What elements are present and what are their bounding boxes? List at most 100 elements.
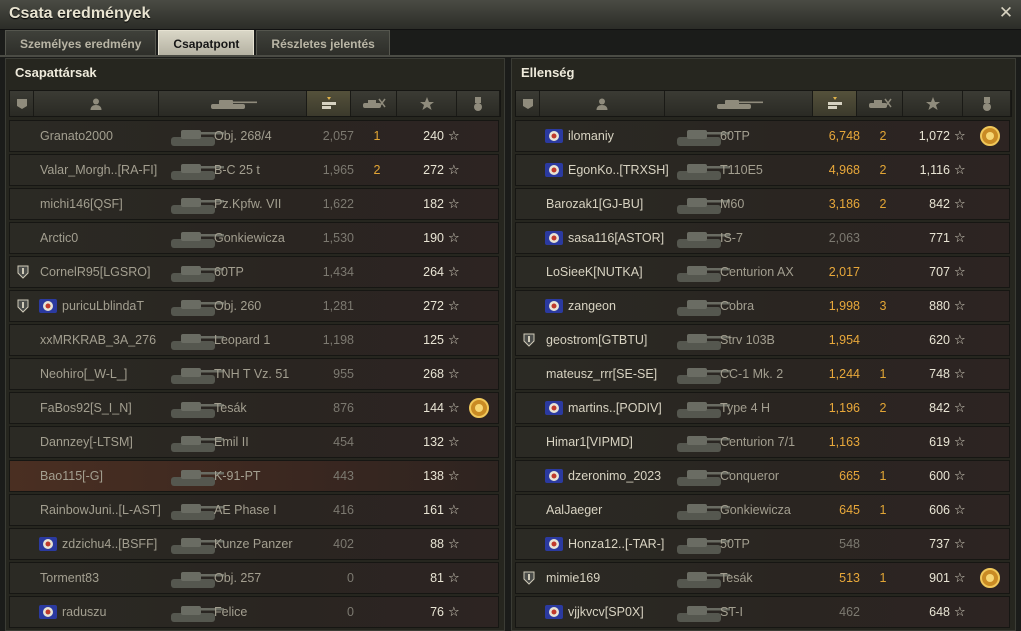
gold-medal-icon[interactable] [977, 121, 1003, 151]
player-row[interactable]: CornelR95[LGSRO] 60TP 1,434 264 ☆ [9, 256, 499, 288]
xp-star-icon: ☆ [448, 264, 460, 279]
clan-emblem-icon [542, 461, 566, 491]
player-row[interactable]: Barozak1[GJ-BU] M60 3,186 2 842 ☆ [515, 188, 1010, 220]
player-row[interactable]: Dannzey[-LTSM] Emil II 454 132 ☆ [9, 426, 499, 458]
xp-value: 240 [423, 129, 444, 143]
player-row[interactable]: dzeronimo_2023 Conqueror 665 1 600 ☆ [515, 460, 1010, 492]
header-badge-column[interactable] [10, 91, 34, 116]
enemies-panel: Ellenség ilomaniy 60TP 6,748 2 1,072 ☆ EgonKo.… [511, 58, 1016, 631]
player-row[interactable]: LoSieeK[NUTKA] Centurion AX 2,017 707 ☆ [515, 256, 1010, 288]
xp-value: 182 [423, 197, 444, 211]
tank-name: Pz.Kpfw. VII [214, 197, 282, 211]
kills-value [362, 461, 392, 491]
player-row[interactable]: michi146[QSF] Pz.Kpfw. VII 1,622 182 ☆ [9, 188, 499, 220]
xp-star-icon: ☆ [954, 230, 966, 245]
clan-emblem-icon [36, 529, 60, 559]
kills-value [868, 325, 898, 355]
xp-value: 132 [423, 435, 444, 449]
player-row[interactable]: vjjkvcv[SP0X] ST-I 462 648 ☆ [515, 596, 1010, 628]
damage-value: 1,281 [322, 299, 354, 313]
player-row[interactable]: Granato2000 Obj. 268/4 2,057 1 240 ☆ [9, 120, 499, 152]
player-row[interactable]: mimie169 Tesák 513 1 901 ☆ [515, 562, 1010, 594]
kills-column-icon [360, 97, 388, 111]
xp-value: 125 [423, 333, 444, 347]
kills-value [362, 223, 392, 253]
tab-team-score[interactable]: Csapatpont [158, 30, 255, 56]
player-row[interactable]: Himar1[VIPMD] Centurion 7/1 1,163 619 ☆ [515, 426, 1010, 458]
gold-medal-icon[interactable] [977, 563, 1003, 593]
xp-star-icon: ☆ [954, 162, 966, 177]
kills-value [362, 393, 392, 423]
clan-emblem-icon [36, 597, 60, 627]
player-row[interactable]: sasa116[ASTOR] IS-7 2,063 771 ☆ [515, 222, 1010, 254]
player-row[interactable]: raduszu Felice 0 76 ☆ [9, 596, 499, 628]
tank-name: CC-1 Mk. 2 [720, 367, 784, 381]
tab-detailed-report[interactable]: Részletes jelentés [256, 30, 390, 56]
player-row[interactable]: geostrom[GTBTU] Strv 103B 1,954 620 ☆ [515, 324, 1010, 356]
damage-value: 1,998 [828, 299, 860, 313]
header-xp-column[interactable] [903, 91, 963, 116]
player-row[interactable]: puricuLblindaT Obj. 260 1,281 272 ☆ [9, 290, 499, 322]
header-player-column[interactable] [34, 91, 159, 116]
enemies-table-header [515, 90, 1012, 117]
damage-value: 548 [839, 537, 860, 551]
player-row[interactable]: EgonKo..[TRXSH] T110E5 4,968 2 1,116 ☆ [515, 154, 1010, 186]
player-row[interactable]: ilomaniy 60TP 6,748 2 1,072 ☆ [515, 120, 1010, 152]
header-tank-column[interactable] [665, 91, 813, 116]
header-medal-column[interactable] [457, 91, 500, 116]
xp-value: 88 [430, 537, 444, 551]
player-row[interactable]: Arctic0 Gonkiewicza 1,530 190 ☆ [9, 222, 499, 254]
header-badge-column[interactable] [516, 91, 540, 116]
player-row[interactable]: FaBos92[S_I_N] Tesák 876 144 ☆ [9, 392, 499, 424]
damage-value: 2,057 [322, 129, 354, 143]
tank-name: Obj. 260 [214, 299, 262, 313]
player-row[interactable]: Honza12..[-TAR-] 50TP 548 737 ☆ [515, 528, 1010, 560]
tab-personal-results[interactable]: Személyes eredmény [5, 30, 157, 56]
header-xp-column[interactable] [397, 91, 457, 116]
xp-star-icon: ☆ [954, 502, 966, 517]
header-kills-column[interactable] [857, 91, 903, 116]
tank-name: Centurion 7/1 [720, 435, 796, 449]
player-row[interactable]: xxMRKRAB_3A_276 Leopard 1 1,198 125 ☆ [9, 324, 499, 356]
tank-name: T110E5 [720, 163, 763, 177]
player-row[interactable]: RainbowJuni..[L-AST] AE Phase I 416 161 ☆ [9, 494, 499, 526]
player-row[interactable]: Bao115[-G] K-91-PT 443 138 ☆ [9, 460, 499, 492]
header-player-column[interactable] [540, 91, 665, 116]
kills-value: 1 [879, 571, 887, 585]
xp-value: 144 [423, 401, 444, 415]
damage-value: 1,530 [322, 231, 354, 245]
player-row[interactable]: mateusz_rrr[SE-SE] CC-1 Mk. 2 1,244 1 748 ☆ [515, 358, 1010, 390]
kills-value: 2 [373, 163, 381, 177]
player-row[interactable]: Neohiro[_W-L_] TNH T Vz. 51 955 268 ☆ [9, 358, 499, 390]
damage-value: 876 [333, 401, 354, 415]
tank-column-icon [711, 97, 767, 111]
player-row[interactable]: Valar_Morgh..[RA-FI] B-C 25 t 1,965 2 272 ☆ [9, 154, 499, 186]
player-row[interactable]: zdzichu4..[BSFF] Kunze Panzer 402 88 ☆ [9, 528, 499, 560]
header-medal-column[interactable] [963, 91, 1011, 116]
header-kills-column[interactable] [351, 91, 397, 116]
kills-value [362, 189, 392, 219]
kills-value [868, 529, 898, 559]
header-tank-column[interactable] [159, 91, 307, 116]
xp-value: 842 [929, 197, 950, 211]
xp-value: 161 [423, 503, 444, 517]
window-titlebar: Csata eredmények ✕ [0, 0, 1021, 30]
shield-badge-icon [15, 291, 31, 321]
tank-name: AE Phase I [214, 503, 277, 517]
xp-star-icon: ☆ [954, 400, 966, 415]
tank-name: Gonkiewicza [214, 231, 285, 245]
player-row[interactable]: AalJaeger Gonkiewicza 645 1 606 ☆ [515, 494, 1010, 526]
player-row[interactable]: zangeon Cobra 1,998 3 880 ☆ [515, 290, 1010, 322]
clan-emblem-icon [542, 529, 566, 559]
kills-value: 2 [879, 197, 887, 211]
xp-value: 1,072 [918, 129, 950, 143]
gold-medal-icon[interactable] [466, 393, 492, 423]
header-damage-column[interactable] [307, 91, 351, 116]
player-row[interactable]: Torment83 Obj. 257 0 81 ☆ [9, 562, 499, 594]
player-row[interactable]: martins..[PODIV] Type 4 H 1,196 2 842 ☆ [515, 392, 1010, 424]
player-column-icon [89, 97, 103, 111]
header-damage-column[interactable] [813, 91, 857, 116]
damage-value: 1,965 [322, 163, 354, 177]
close-icon[interactable]: ✕ [997, 4, 1015, 22]
damage-column-icon [826, 96, 844, 112]
